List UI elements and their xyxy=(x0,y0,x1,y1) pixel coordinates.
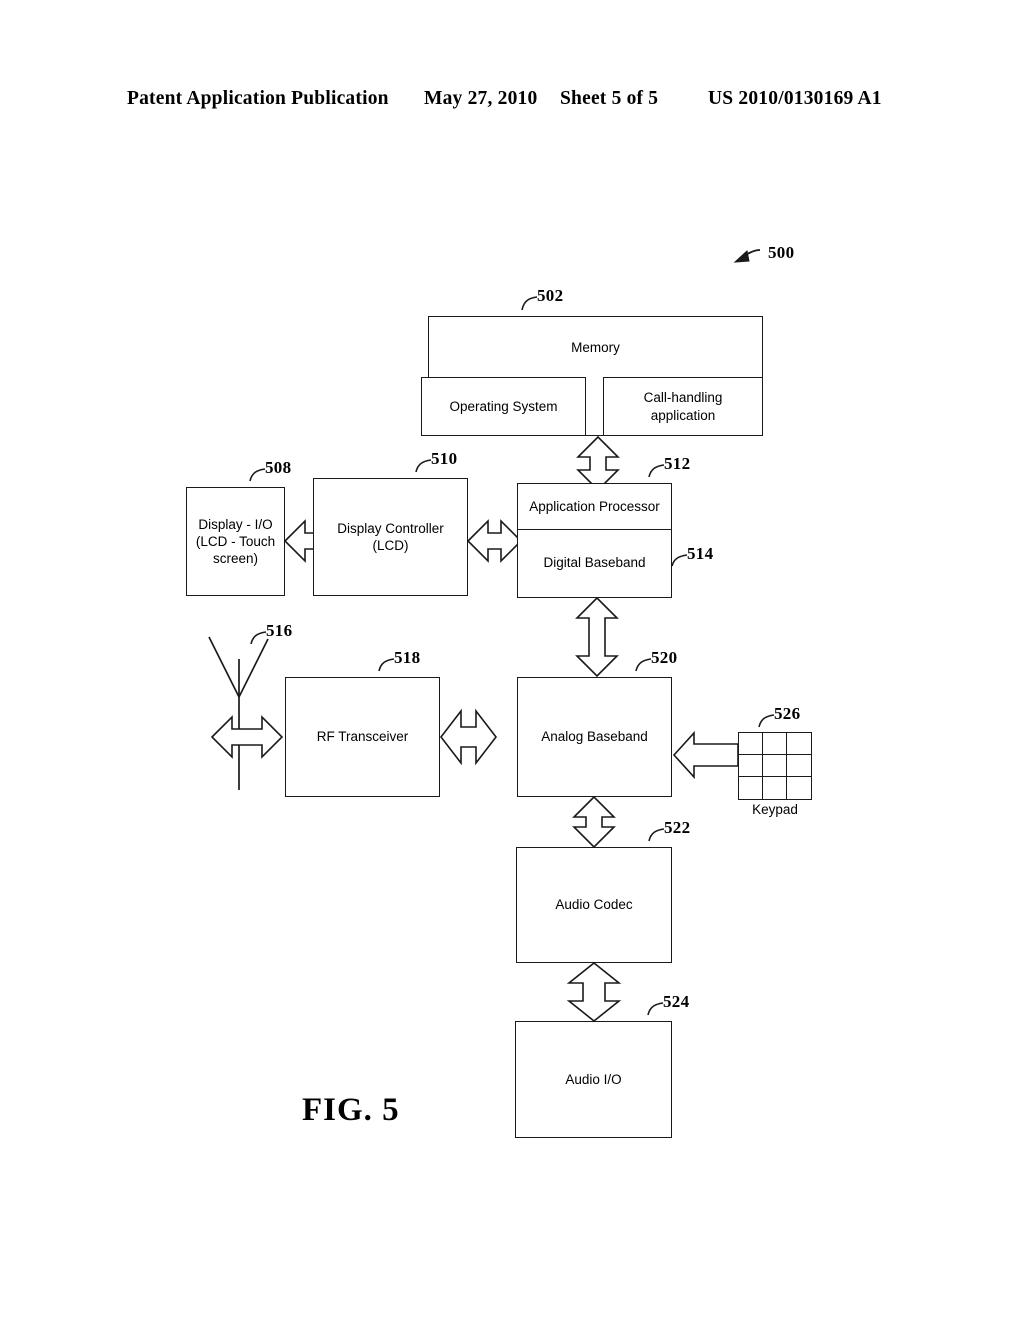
leader-522 xyxy=(648,828,665,842)
connector-analogbb-codec xyxy=(572,795,616,849)
keypad-key xyxy=(763,777,787,799)
block-audio-io: Audio I/O xyxy=(515,1021,672,1138)
refnum-520: 520 xyxy=(651,648,678,667)
block-display-io-label: Display - I/O (LCD - Touch screen) xyxy=(195,516,276,567)
refnum-524: 524 xyxy=(663,992,690,1011)
keypad-key xyxy=(739,777,763,799)
block-rf-transceiver: RF Transceiver xyxy=(285,677,440,797)
block-display-controller-label: Display Controller (LCD) xyxy=(337,520,444,553)
block-keypad xyxy=(738,732,812,800)
header-patent-number: US 2010/0130169 A1 xyxy=(708,88,882,109)
leader-502 xyxy=(521,296,538,311)
keypad-key xyxy=(739,755,763,777)
connector-codec-audioio xyxy=(566,961,622,1023)
keypad-key xyxy=(787,777,811,799)
header-publication-title: Patent Application Publication xyxy=(127,88,389,109)
antenna-symbol xyxy=(208,636,269,790)
block-digital-baseband: Digital Baseband xyxy=(518,530,671,596)
connector-antenna-rf xyxy=(210,715,284,759)
refnum-518: 518 xyxy=(394,648,421,667)
block-call-handling-application: Call-handling application xyxy=(603,377,763,436)
block-keypad-label: Keypad xyxy=(752,802,798,817)
header-sheet-number: Sheet 5 of 5 xyxy=(560,88,659,109)
block-application-processor-label: Application Processor xyxy=(529,498,660,514)
block-audio-codec-label: Audio Codec xyxy=(555,897,633,913)
block-rf-transceiver-label: RF Transceiver xyxy=(316,729,409,745)
keypad-key xyxy=(787,755,811,777)
refnum-526: 526 xyxy=(774,704,801,723)
leader-510 xyxy=(415,459,432,473)
figure-diagram-connectors xyxy=(208,249,775,1023)
leader-516 xyxy=(250,631,267,645)
block-analog-baseband-label: Analog Baseband xyxy=(541,729,648,745)
connector-rf-analogbb xyxy=(439,708,498,766)
refnum-512: 512 xyxy=(664,454,691,473)
connector-digitalbb-analogbb xyxy=(575,596,619,678)
block-memory-label: Memory xyxy=(571,340,620,355)
leader-520 xyxy=(635,658,652,672)
connector-keypad-analogbb xyxy=(672,730,739,780)
refnum-510: 510 xyxy=(431,449,458,468)
block-audio-io-label: Audio I/O xyxy=(565,1071,622,1087)
figure-label: FIG. 5 xyxy=(302,1092,400,1128)
keypad-key xyxy=(739,733,763,755)
refnum-500: 500 xyxy=(768,243,795,262)
block-analog-baseband: Analog Baseband xyxy=(517,677,672,797)
leader-508 xyxy=(249,468,266,482)
keypad-key xyxy=(787,733,811,755)
system-ref-arrow xyxy=(733,249,761,263)
leader-512 xyxy=(648,464,665,478)
connector-displayctrl-processor xyxy=(466,519,523,563)
leader-514 xyxy=(671,554,688,567)
refnum-514: 514 xyxy=(687,544,714,563)
block-processor-group: Application Processor Digital Baseband xyxy=(517,483,672,598)
leader-524 xyxy=(647,1002,664,1016)
refnum-522: 522 xyxy=(664,818,691,837)
refnum-508: 508 xyxy=(265,458,292,477)
block-operating-system: Operating System xyxy=(421,377,586,436)
keypad-key xyxy=(763,733,787,755)
page-header: Patent Application Publication May 27, 2… xyxy=(0,84,1024,114)
keypad-key xyxy=(763,755,787,777)
refnum-516: 516 xyxy=(266,621,293,640)
block-audio-codec: Audio Codec xyxy=(516,847,672,963)
block-operating-system-label: Operating System xyxy=(449,398,558,414)
block-call-handling-application-label: Call-handling application xyxy=(643,390,723,423)
block-display-controller: Display Controller (LCD) xyxy=(313,478,468,596)
leader-518 xyxy=(378,658,395,672)
block-digital-baseband-label: Digital Baseband xyxy=(543,555,646,571)
header-date: May 27, 2010 xyxy=(424,88,538,109)
block-application-processor: Application Processor xyxy=(518,484,671,530)
refnum-502: 502 xyxy=(537,286,564,305)
block-display-io: Display - I/O (LCD - Touch screen) xyxy=(186,487,285,596)
leader-526 xyxy=(758,714,775,728)
